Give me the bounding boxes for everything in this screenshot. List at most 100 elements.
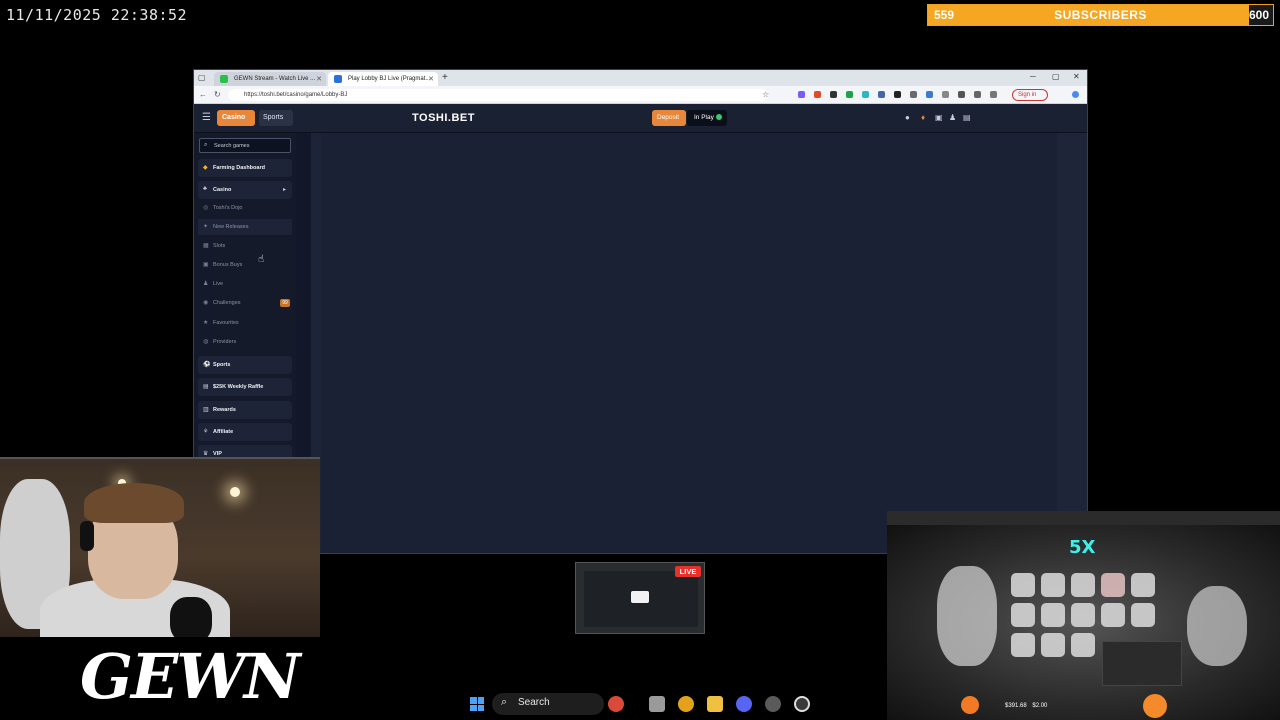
app-icon[interactable] (765, 696, 781, 712)
sidebar-item-sports[interactable]: ⚽ Sports (198, 356, 292, 374)
extension-icon[interactable] (878, 91, 885, 98)
search-icon[interactable]: ● (905, 113, 910, 122)
casino-tab[interactable]: Casino (217, 110, 255, 126)
new-tab-icon[interactable]: + (442, 72, 448, 83)
webcam-feed (0, 457, 320, 637)
hamburger-menu-icon[interactable]: ☰ (202, 112, 211, 123)
sidebar-item-casino[interactable]: ♣ Casino ▸ (198, 181, 292, 199)
dojo-icon: ◎ (203, 205, 209, 211)
wallet-icon[interactable]: ▣ (935, 113, 943, 122)
bonus-buy-icon[interactable] (961, 696, 979, 714)
star-icon[interactable]: ☆ (762, 90, 769, 99)
sidebar-item-label: Farming Dashboard (213, 165, 265, 171)
sidebar-item-label: Favourites (213, 320, 239, 326)
window-menu-icon[interactable]: ▢ (198, 73, 206, 82)
bonus-icon: ▣ (203, 262, 209, 268)
deposit-button[interactable]: Deposit (652, 110, 686, 126)
in-play-status-icon (715, 114, 722, 121)
extension-icon[interactable] (894, 91, 901, 98)
in-play-label: In Play (694, 114, 714, 121)
farming-icon: ◆ (203, 165, 208, 171)
sidebar-item-label: Toshi's Dojo (213, 205, 243, 211)
sidebar-item-label: Sports (213, 362, 231, 368)
casino-icon: ♣ (203, 186, 207, 192)
spin-button[interactable] (1143, 694, 1167, 718)
copilot-icon[interactable] (1072, 91, 1079, 98)
streamer-hair (84, 483, 184, 523)
sidebar-item-new-releases[interactable]: ✦ New Releases (198, 219, 292, 235)
close-window-icon[interactable]: ✕ (1073, 72, 1080, 81)
sidebar-item-label: Bonus Buys (213, 262, 243, 268)
minimize-icon[interactable]: ─ (1030, 72, 1036, 81)
extension-icon[interactable] (846, 91, 853, 98)
url-field[interactable]: https://toshi.bet/casino/game/Lobby-BJ (228, 89, 768, 101)
windows-start-icon[interactable] (470, 697, 484, 711)
search-icon: ⌕ (204, 142, 208, 148)
sidebar-item-providers[interactable]: ◍ Providers (198, 334, 292, 350)
sidebar-item-challenges[interactable]: ◉ Challenges 99 (198, 295, 292, 311)
chat-icon[interactable]: ▤ (963, 113, 971, 122)
sidebar-item-affiliate[interactable]: ⚘ Affiliate (198, 423, 292, 441)
challenge-icon: ◉ (203, 300, 209, 306)
subscriber-goal-bar: SUBSCRIBERS 559 600 (927, 4, 1274, 26)
back-icon[interactable]: ← (199, 90, 207, 99)
extension-icon[interactable] (798, 91, 805, 98)
file-explorer-icon[interactable] (707, 696, 723, 712)
autoplay-panel[interactable] (1102, 641, 1182, 686)
sidebar-item-favourites[interactable]: ★ Favourites (198, 315, 292, 331)
subscriber-count: 559 (934, 8, 955, 22)
clock-icon[interactable] (794, 696, 810, 712)
extension-icon[interactable] (814, 91, 821, 98)
sidebar-item-raffle[interactable]: ▤ $25K Weekly Raffle (198, 378, 292, 396)
site-logo[interactable]: TOSHI.BET (412, 112, 475, 124)
tab-title: Play Lobby BJ Live (Pragmat... (348, 76, 431, 82)
tab-close-icon[interactable]: ✕ (428, 75, 434, 83)
discord-icon[interactable] (736, 696, 752, 712)
chrome-icon[interactable] (678, 696, 694, 712)
in-play-button[interactable]: In Play (687, 110, 727, 126)
game-frame[interactable] (321, 133, 1057, 553)
browser-window: ▢ GEWN Stream - Watch Live ... ✕ Play Lo… (193, 69, 1088, 554)
taskbar-search[interactable]: ⌕ Search (492, 693, 604, 715)
imp-character (1187, 586, 1247, 666)
sports-tab[interactable]: Sports (259, 110, 293, 126)
search-games-input[interactable]: ⌕ Search games (199, 138, 291, 153)
sidebar-item-label: Live (213, 281, 224, 287)
maximize-icon[interactable]: ▢ (1052, 72, 1060, 81)
browser-tab-stream[interactable]: GEWN Stream - Watch Live ... ✕ (214, 72, 326, 86)
extension-icon[interactable] (862, 91, 869, 98)
extension-icon[interactable] (830, 91, 837, 98)
browser-tab-bar: ▢ GEWN Stream - Watch Live ... ✕ Play Lo… (194, 70, 1087, 86)
sparkle-icon: ✦ (203, 224, 209, 230)
extension-icon[interactable] (958, 91, 965, 98)
app-icon[interactable] (608, 696, 624, 712)
gift-icon: ▥ (203, 407, 209, 413)
notification-icon[interactable]: ♦ (921, 113, 925, 122)
balance-value: $391.68 (1005, 703, 1027, 709)
tab-close-icon[interactable]: ✕ (316, 75, 322, 83)
ticket-icon: ▤ (203, 384, 209, 390)
user-icon[interactable]: ♟ (949, 113, 956, 122)
task-view-icon[interactable] (649, 696, 665, 712)
sidebar-item-farming[interactable]: ◆ Farming Dashboard (198, 159, 292, 177)
sidebar-item-live[interactable]: ♟ Live (198, 276, 292, 292)
extension-icon[interactable] (910, 91, 917, 98)
sidebar-item-slots[interactable]: ▦ Slots (198, 238, 292, 254)
sidebar-item-rewards[interactable]: ▥ Rewards (198, 401, 292, 419)
extension-icon[interactable] (990, 91, 997, 98)
lamp-light (230, 487, 240, 497)
live-preview-thumbnail[interactable]: LIVE (575, 562, 705, 634)
reload-icon[interactable]: ↻ (214, 90, 221, 99)
headset (80, 521, 94, 551)
sign-in-button[interactable]: Sign in (1012, 89, 1048, 101)
sidebar-item-bonus-buys[interactable]: ▣ Bonus Buys (198, 257, 292, 273)
browser-tab-lobby[interactable]: Play Lobby BJ Live (Pragmat... ✕ (328, 72, 438, 86)
reel-symbol (1071, 573, 1095, 597)
live-icon: ♟ (203, 281, 209, 287)
site-header: ☰ Casino Sports TOSHI.BET Deposit In Pla… (194, 104, 1087, 133)
devil-character (937, 566, 997, 666)
sidebar-item-toshis-dojo[interactable]: ◎ Toshi's Dojo (198, 200, 292, 216)
extension-icon[interactable] (926, 91, 933, 98)
extension-icon[interactable] (974, 91, 981, 98)
extension-icon[interactable] (942, 91, 949, 98)
